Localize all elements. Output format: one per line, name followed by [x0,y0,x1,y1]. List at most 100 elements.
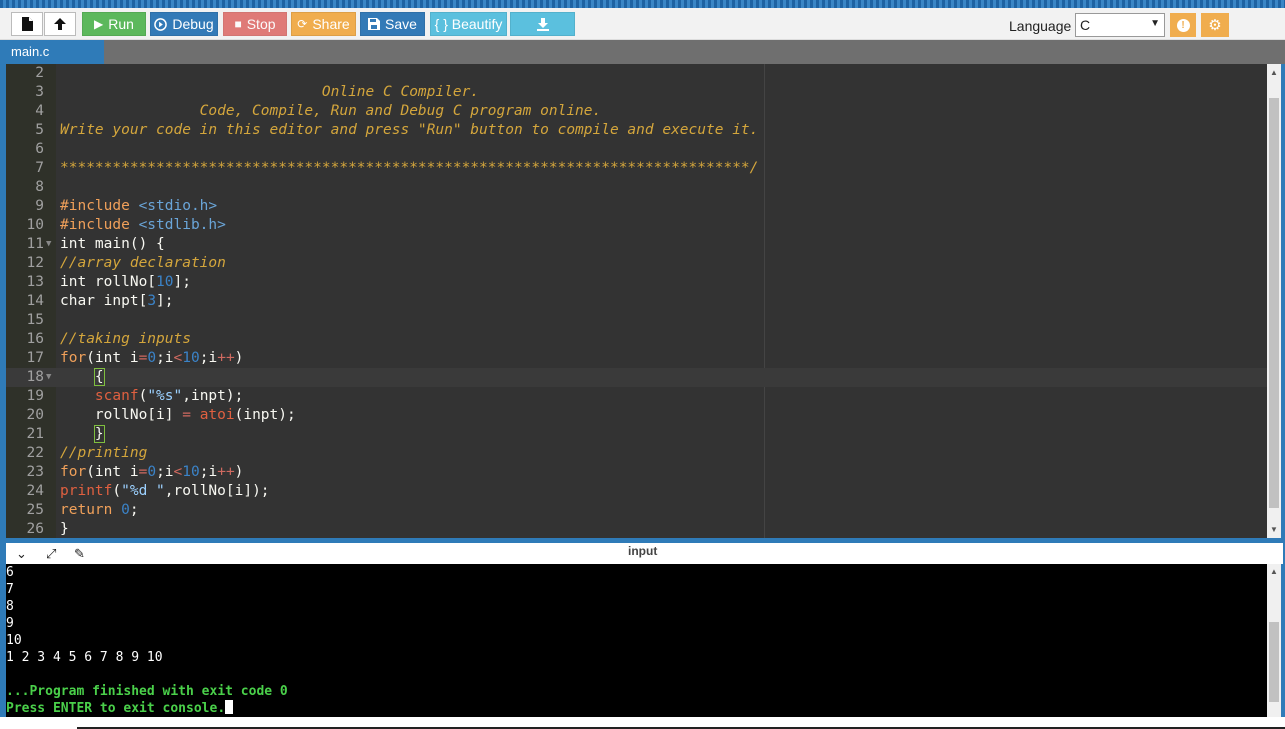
code-text: #include <stdlib.h> [60,217,226,233]
collapse-icon[interactable]: ⌄ [16,546,27,562]
console-scrollbar[interactable]: ▲ [1267,564,1281,717]
console-output[interactable]: 6 7 8 9 10 1 2 3 4 5 6 7 8 9 10 ...Program fi… [6,564,1267,717]
settings-button[interactable]: ⚙ [1201,13,1229,37]
share-button[interactable]: ⟳ Share [291,12,356,36]
save-button[interactable]: Save [360,12,425,36]
line-number: 15 [26,312,44,328]
tab-main-c[interactable]: main.c [6,40,104,64]
download-button[interactable] [510,12,575,36]
code-line[interactable]: 12 //array declaration [6,254,1267,273]
code-text: //array declaration [60,255,226,271]
code-line[interactable]: 8 [6,178,1267,197]
code-text: } [60,521,69,537]
code-line[interactable]: 13 int rollNo[10]; [6,273,1267,292]
beautify-button[interactable]: { } Beautify [430,12,507,36]
code-line[interactable]: 20 rollNo[i] = atoi(inpt); [6,406,1267,425]
code-line[interactable]: 9 #include <stdio.h> [6,197,1267,216]
language-value: C [1080,17,1091,33]
code-text: ****************************************… [60,160,759,176]
fold-icon[interactable]: ▼ [46,235,51,254]
code-line[interactable]: 26} [6,520,1267,538]
console-line: 8 [6,599,14,614]
upload-button[interactable] [44,12,76,36]
upload-icon [54,18,66,30]
code-line[interactable]: 2 [6,64,1267,83]
line-number: 20 [26,407,44,423]
code-line[interactable]: 18 ▼ { [6,368,1267,387]
line-number: 3 [35,84,44,100]
play-icon: ▶ [94,17,104,31]
code-text: for(int i=0;i<10;i++) [60,350,244,366]
scroll-down-icon: ▼ [1270,525,1278,534]
console-scroll-thumb[interactable] [1269,622,1279,702]
editor-scrollbar[interactable]: ▲ ▼ [1267,64,1281,538]
line-number: 16 [26,331,44,347]
code-text: return 0; [60,502,139,518]
code-line[interactable]: 14 char inpt[3]; [6,292,1267,311]
info-button[interactable]: ! [1170,13,1196,37]
code-text: rollNo[i] = atoi(inpt); [60,407,296,423]
line-number: 14 [26,293,44,309]
console-cursor [225,700,234,714]
line-number: 7 [35,160,44,176]
code-editor[interactable]: 23 Online C Compiler. 4 Code, Compile, Ru… [6,64,1267,538]
code-line[interactable]: 17 for(int i=0;i<10;i++) [6,349,1267,368]
code-line[interactable]: 10 #include <stdlib.h> [6,216,1267,235]
code-line[interactable]: 5 Write your code in this editor and pres… [6,121,1267,140]
line-number: 18 [26,369,44,385]
code-line[interactable]: 16 //taking inputs [6,330,1267,349]
line-number: 9 [35,198,44,214]
console-status: ...Program finished with exit code 0 [6,684,288,699]
code-text: printf("%d ",rollNo[i]); [60,483,270,499]
line-number: 24 [26,483,44,499]
code-text: Online C Compiler. [60,84,480,100]
console-line: 9 [6,616,14,631]
code-line[interactable]: 22 //printing [6,444,1267,463]
fold-icon[interactable]: ▼ [46,368,51,387]
line-number: 25 [26,502,44,518]
language-select[interactable]: C ▼ [1075,13,1165,37]
run-button[interactable]: ▶ Run [82,12,146,36]
code-line[interactable]: 3 Online C Compiler. [6,83,1267,102]
line-number: 11 [26,236,44,252]
code-line[interactable]: 6 [6,140,1267,159]
line-number: 13 [26,274,44,290]
debug-label: Debug [172,16,214,32]
line-number: 12 [26,255,44,271]
download-icon [536,18,549,31]
stop-label: Stop [246,16,276,32]
code-line[interactable]: 4 Code, Compile, Run and Debug C program… [6,102,1267,121]
new-file-button[interactable] [11,12,43,36]
beautify-label: { } Beautify [434,16,503,32]
console-header: ⌄ ⤢ ✎ input [6,543,1283,564]
code-line[interactable]: 25 return 0; [6,501,1267,520]
code-line[interactable]: 23 for(int i=0;i<10;i++) [6,463,1267,482]
code-text: //taking inputs [60,331,191,347]
scroll-up-icon: ▲ [1270,567,1278,576]
code-text: int rollNo[10]; [60,274,191,290]
code-line[interactable]: 21 } [6,425,1267,444]
code-line[interactable]: 11 ▼ int main() { [6,235,1267,254]
line-number: 22 [26,445,44,461]
code-text: //printing [60,445,148,461]
console-line: 1 2 3 4 5 6 7 8 9 10 [6,650,163,665]
expand-icon[interactable]: ⤢ [46,546,56,562]
line-number: 4 [35,103,44,119]
clear-console-icon[interactable]: ✎ [74,546,85,562]
debug-button[interactable]: Debug [150,12,218,36]
code-text: } [93,425,105,443]
stop-button[interactable]: ■ Stop [223,12,287,36]
console-prompt: Press ENTER to exit console. [6,700,234,717]
run-label: Run [108,16,134,32]
save-label: Save [385,16,417,32]
console-line: 7 [6,582,14,597]
code-line[interactable]: 15 [6,311,1267,330]
code-text: { [93,368,105,386]
editor-scroll-thumb[interactable] [1269,98,1279,508]
code-line[interactable]: 7 ***************************************… [6,159,1267,178]
code-line[interactable]: 24 printf("%d ",rollNo[i]); [6,482,1267,501]
bottom-area [0,717,1285,729]
code-line[interactable]: 19 scanf("%s",inpt); [6,387,1267,406]
line-number: 23 [26,464,44,480]
line-number: 26 [26,521,44,537]
